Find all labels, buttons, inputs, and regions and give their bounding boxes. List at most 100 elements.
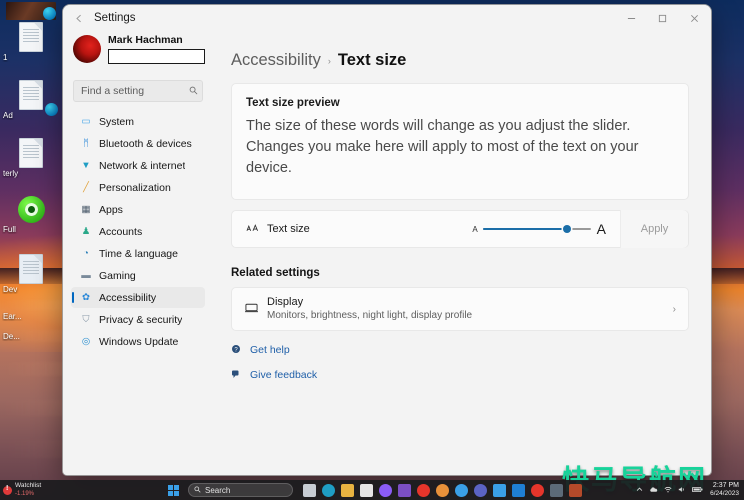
- taskbar-search-label: Search: [205, 485, 231, 495]
- feedback-icon: [232, 370, 239, 378]
- maximize-button[interactable]: [647, 5, 678, 31]
- breadcrumb: Accessibility › Text size: [231, 51, 689, 70]
- desktop-icon[interactable]: 1: [2, 22, 60, 76]
- slider-thumb[interactable]: [562, 225, 571, 233]
- apply-button[interactable]: Apply: [620, 210, 688, 248]
- sidebar-item-label: Time & language: [99, 247, 178, 260]
- app-extra-taskbar-button[interactable]: [566, 482, 585, 498]
- give-feedback-link[interactable]: Give feedback: [231, 369, 689, 381]
- search-icon: [189, 86, 198, 97]
- desktop-icon[interactable]: Ad: [2, 80, 60, 134]
- user-email-field[interactable]: [108, 49, 205, 64]
- volume-icon[interactable]: [675, 486, 689, 495]
- clock-time: 2:37 PM: [712, 482, 739, 489]
- get-help-link[interactable]: ? Get help: [231, 344, 689, 356]
- slider-track[interactable]: [482, 225, 591, 233]
- watchlist-widget[interactable]: Watchlist -1.19%: [0, 480, 92, 500]
- desktop-icon[interactable]: terly: [2, 138, 60, 192]
- display-settings-row[interactable]: Display Monitors, brightness, night ligh…: [231, 287, 689, 331]
- minimize-button[interactable]: [616, 5, 647, 31]
- sidebar-item-time-language[interactable]: ◔ Time & language: [71, 243, 205, 264]
- fullscreen-app-icon: [17, 196, 45, 223]
- user-profile[interactable]: Mark Hachman: [71, 31, 205, 73]
- vivaldi-browser-icon: [531, 483, 544, 497]
- microsoft-store-taskbar-button[interactable]: [357, 482, 376, 498]
- search-icon: [194, 485, 201, 493]
- taskbar-search-box[interactable]: Search: [188, 483, 293, 497]
- sidebar-item-label: Privacy & security: [99, 313, 183, 326]
- profile-text: Mark Hachman: [108, 33, 205, 64]
- sidebar-item-label: Network & internet: [99, 159, 186, 172]
- app-purple-icon: [398, 483, 411, 497]
- preview-body: The size of these words will change as y…: [246, 118, 639, 176]
- file-explorer-taskbar-button[interactable]: [338, 482, 357, 498]
- back-button[interactable]: [66, 7, 92, 29]
- edge-browser-taskbar-button[interactable]: [319, 482, 338, 498]
- cloud-icon: [650, 486, 658, 492]
- desktop-icon[interactable]: De...: [2, 332, 60, 348]
- photos-icon: [379, 483, 392, 497]
- desktop-icon[interactable]: Dev: [2, 254, 60, 308]
- search-input[interactable]: [73, 80, 203, 102]
- sidebar-item-gaming[interactable]: ▬ Gaming: [71, 265, 205, 286]
- bluetooth-devices-icon: ᛗ: [83, 137, 89, 149]
- teams-taskbar-button[interactable]: [471, 482, 490, 498]
- chevron-up-icon: [636, 487, 643, 491]
- close-button[interactable]: [678, 5, 711, 31]
- display-text: Display Monitors, brightness, night ligh…: [267, 295, 673, 323]
- sidebar-item-personalization[interactable]: ╱ Personalization: [71, 177, 205, 198]
- taskbar-clock[interactable]: 2:37 PM 6/24/2023: [706, 482, 742, 498]
- desktop-icon[interactable]: Ear...: [2, 312, 60, 328]
- back-arrow-icon: [75, 14, 81, 22]
- vivaldi-browser-taskbar-button[interactable]: [528, 482, 547, 498]
- desktop-icon[interactable]: Full: [2, 196, 60, 250]
- apps-icon: ▦: [81, 203, 91, 215]
- sidebar-item-windows-update[interactable]: ◎ Windows Update: [71, 331, 205, 352]
- firefox-browser-taskbar-button[interactable]: [433, 482, 452, 498]
- desktop-icon-label: terly: [3, 169, 19, 178]
- mail-taskbar-button[interactable]: [509, 482, 528, 498]
- task-view-taskbar-button[interactable]: [300, 482, 319, 498]
- show-hidden-icons-button[interactable]: [633, 486, 646, 495]
- sidebar-item-label: Accessibility: [99, 291, 157, 304]
- accessibility-icon: ✿: [82, 291, 90, 303]
- sidebar-item-bluetooth-devices[interactable]: ᛗ Bluetooth & devices: [71, 133, 205, 154]
- photos-taskbar-button[interactable]: [376, 482, 395, 498]
- sidebar-item-apps[interactable]: ▦ Apps: [71, 199, 205, 220]
- alert-icon: [3, 485, 12, 495]
- onedrive-icon[interactable]: [646, 486, 661, 495]
- mail-icon: [512, 483, 525, 497]
- notepad-taskbar-button[interactable]: [490, 482, 509, 498]
- settings-taskbar-button[interactable]: [547, 482, 566, 498]
- slider-fill: [482, 228, 567, 230]
- edge-icon: [43, 7, 56, 20]
- app-purple-taskbar-button[interactable]: [395, 482, 414, 498]
- sidebar-item-privacy-security[interactable]: ⛉ Privacy & security: [71, 309, 205, 330]
- sidebar-item-label: Apps: [99, 203, 123, 216]
- sidebar-item-label: Bluetooth & devices: [99, 137, 192, 150]
- text-size-preview-card: Text size preview The size of these word…: [231, 83, 689, 200]
- notepad-icon: [493, 483, 506, 497]
- personalization-icon: ╱: [83, 181, 89, 193]
- sidebar-item-label: System: [99, 115, 135, 128]
- desktop-thumbnail-icon[interactable]: [6, 2, 56, 20]
- sidebar-item-accessibility[interactable]: ✿ Accessibility: [71, 287, 205, 308]
- opera-browser-taskbar-button[interactable]: [414, 482, 433, 498]
- page-title: Text size: [337, 51, 407, 69]
- firefox-browser-icon: [436, 483, 449, 497]
- sidebar-item-accounts[interactable]: ♟ Accounts: [71, 221, 205, 242]
- gaming-icon: ▬: [81, 269, 91, 281]
- watchlist-value: -1.19%: [15, 491, 35, 497]
- chrome-browser-taskbar-button[interactable]: [452, 482, 471, 498]
- text-size-slider[interactable]: A A: [472, 221, 606, 237]
- chevron-right-icon: ›: [672, 303, 676, 315]
- text-size-label: Text size: [267, 223, 310, 235]
- edge-icon: [45, 103, 58, 116]
- sidebar-item-system[interactable]: ▭ System: [71, 111, 205, 132]
- start-button[interactable]: [164, 481, 182, 499]
- breadcrumb-parent[interactable]: Accessibility: [231, 51, 321, 70]
- sidebar-item-network-internet[interactable]: ▼ Network & internet: [71, 155, 205, 176]
- edge-browser-icon: [322, 483, 335, 497]
- battery-icon[interactable]: [689, 486, 706, 495]
- wifi-icon[interactable]: [661, 486, 675, 495]
